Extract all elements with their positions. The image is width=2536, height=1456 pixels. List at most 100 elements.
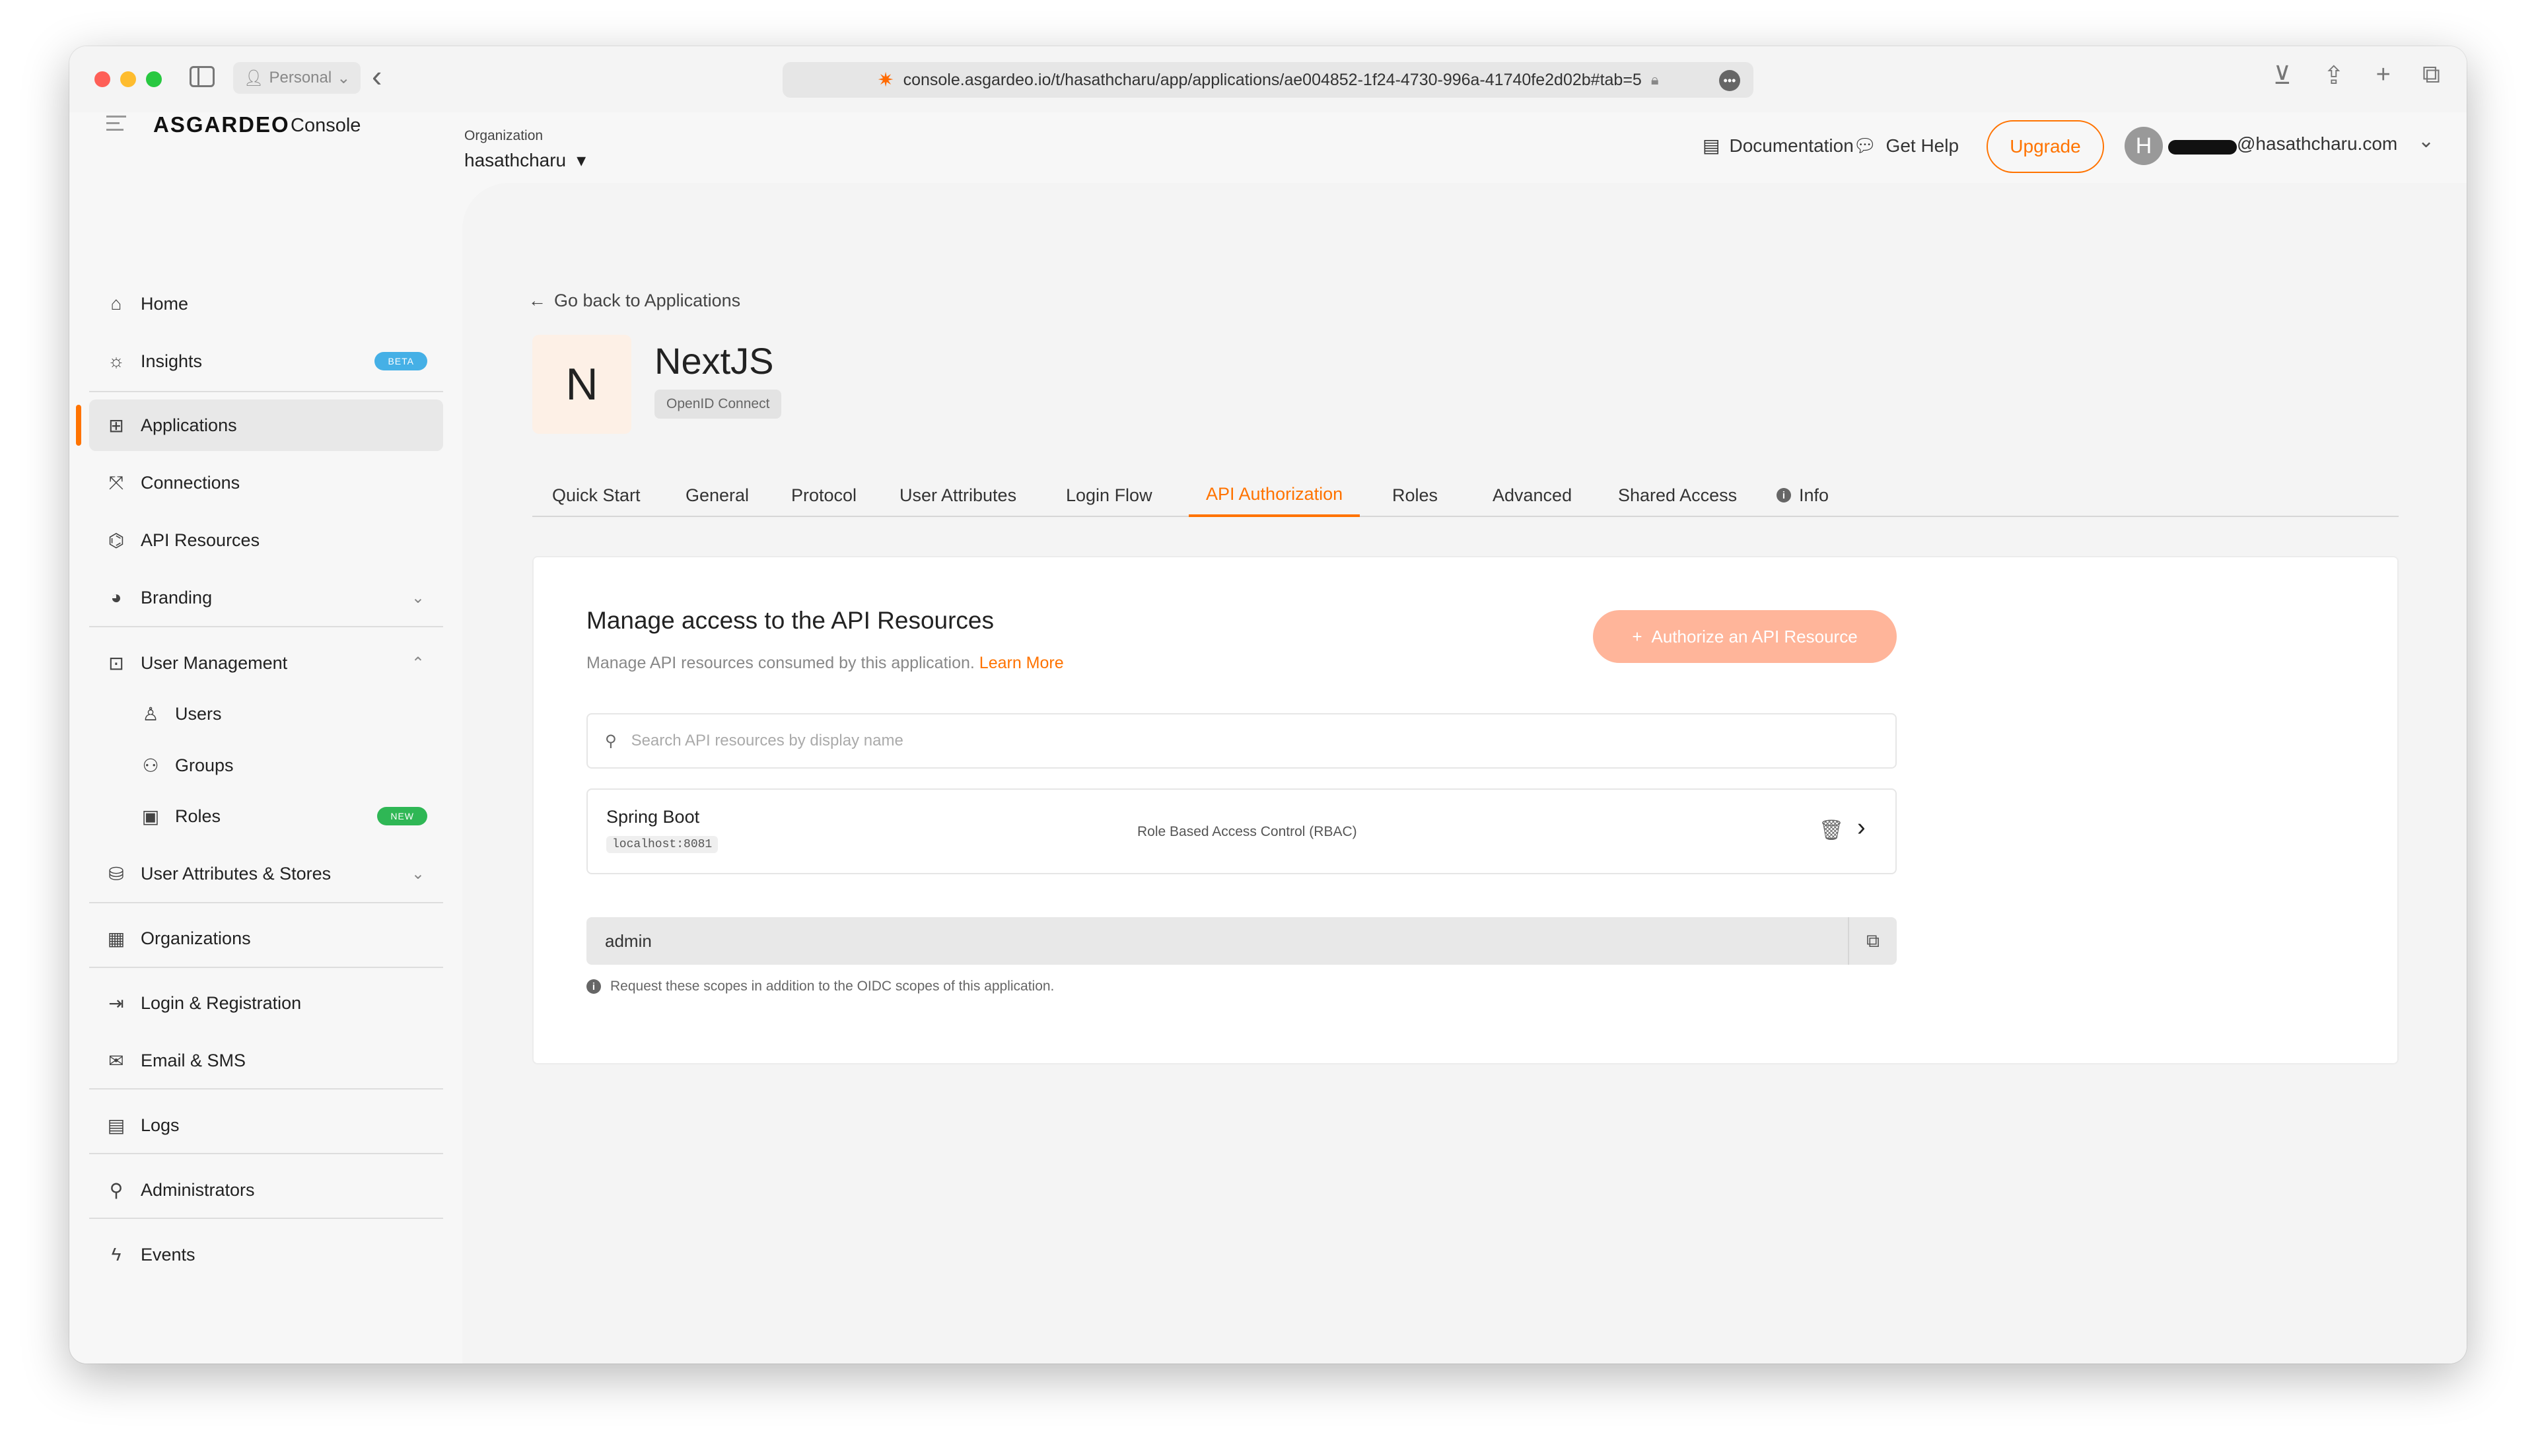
info-icon: i <box>586 979 601 994</box>
tab-info-label: Info <box>1799 485 1829 505</box>
search-input[interactable] <box>631 732 1820 750</box>
chevron-up-icon: ⌃ <box>411 654 425 672</box>
app-avatar: N <box>532 335 631 434</box>
address-bar[interactable]: ✷ console.asgardeo.io/t/hasathcharu/app/… <box>783 62 1753 98</box>
roles-icon: ▣ <box>141 806 160 827</box>
api-resource-identifier: localhost:8081 <box>606 836 719 853</box>
api-resource-search[interactable]: ⚲ <box>586 713 1897 769</box>
more-options-icon[interactable]: ••• <box>1719 70 1740 91</box>
tab-info[interactable]: i Info <box>1777 473 1829 517</box>
sidebar-item-label: User Attributes & Stores <box>141 863 332 884</box>
minimize-window-button[interactable] <box>120 71 136 87</box>
api-resource-name: Spring Boot <box>606 807 700 827</box>
building-icon: ▦ <box>107 928 125 949</box>
main-content: ← Go back to Applications N NextJS OpenI… <box>462 183 2467 1364</box>
organization-switcher[interactable]: hasathcharu ▾ <box>464 149 586 171</box>
tab-general[interactable]: General <box>686 473 749 517</box>
scopes-field[interactable]: admin ⧉ <box>586 917 1897 965</box>
organization-label: Organization <box>464 128 544 143</box>
page-title: NextJS <box>654 340 774 382</box>
api-resource-row[interactable]: Spring Boot localhost:8081 Role Based Ac… <box>586 788 1897 874</box>
url-text: console.asgardeo.io/t/hasathcharu/app/ap… <box>903 70 1642 89</box>
chevron-down-icon[interactable]: ⌄ <box>2418 129 2434 153</box>
person-icon: 👤︎ <box>244 69 264 87</box>
sidebar-item-roles[interactable]: ▣ Roles NEW <box>123 790 443 842</box>
sidebar-item-branding[interactable]: ◕ Branding ⌄ <box>89 572 443 623</box>
lock-icon: 🔒︎ <box>1650 71 1659 88</box>
tab-overview-icon[interactable]: ⧉ <box>2422 61 2440 90</box>
sidebar-item-logs[interactable]: ▤ Logs <box>89 1099 443 1151</box>
sidebar-item-user-attributes-stores[interactable]: ⛁ User Attributes & Stores ⌄ <box>89 848 443 899</box>
user-email[interactable]: @hasathcharu.com <box>2237 133 2397 155</box>
beta-badge: BETA <box>374 352 427 370</box>
chevron-down-icon: ⌄ <box>411 864 425 883</box>
sidebar-item-label: Groups <box>175 755 234 775</box>
tab-api-authorization[interactable]: API Authorization <box>1189 473 1360 517</box>
back-link-label: Go back to Applications <box>554 291 741 310</box>
back-to-applications-link[interactable]: ← Go back to Applications <box>528 291 740 311</box>
browser-actions: ⊻ ⇪ + ⧉ <box>2273 61 2440 90</box>
divider <box>89 1218 443 1219</box>
bulb-icon: ☼ <box>108 351 125 371</box>
upgrade-button[interactable]: Upgrade <box>1987 120 2104 173</box>
organization-name: hasathcharu <box>464 149 567 170</box>
sidebar-item-organizations[interactable]: ▦ Organizations <box>89 913 443 964</box>
sidebar-item-user-management[interactable]: ⊡ User Management ⌃ <box>89 637 443 689</box>
scope-value: admin <box>605 930 652 951</box>
home-icon: ⌂ <box>110 293 122 314</box>
sidebar-item-applications[interactable]: ⊞ Applications <box>89 399 443 451</box>
chevron-right-icon[interactable]: › <box>1857 814 1866 842</box>
tab-shared-access[interactable]: Shared Access <box>1618 473 1737 517</box>
sidebar-item-users[interactable]: ♙ Users <box>123 688 443 740</box>
sidebar-item-administrators[interactable]: ⚲ Administrators <box>89 1164 443 1216</box>
share-icon[interactable]: ⇪ <box>2323 61 2344 90</box>
authorize-api-resource-button[interactable]: + Authorize an API Resource <box>1593 610 1897 663</box>
sidebar-item-insights[interactable]: ☼ Insights BETA <box>89 335 443 387</box>
section-description-text: Manage API resources consumed by this ap… <box>586 654 975 672</box>
sidebar-toggle-icon[interactable] <box>190 66 215 87</box>
download-icon[interactable]: ⊻ <box>2273 61 2292 90</box>
groups-icon: ⚇ <box>142 755 159 776</box>
divider <box>89 967 443 968</box>
close-window-button[interactable] <box>94 71 110 87</box>
learn-more-link[interactable]: Learn More <box>979 654 1064 672</box>
browser-window: 👤︎ Personal ⌄ ‹ ✷ console.asgardeo.io/t/… <box>69 46 2467 1364</box>
admin-icon: ⚲ <box>109 1179 123 1200</box>
browser-back-icon[interactable]: ‹ <box>372 58 382 94</box>
tab-login-flow[interactable]: Login Flow <box>1066 473 1152 517</box>
sidebar-item-email-sms[interactable]: ✉ Email & SMS <box>89 1035 443 1086</box>
profile-switcher[interactable]: 👤︎ Personal ⌄ <box>233 62 361 94</box>
get-help-link[interactable]: 💬︎ Get Help <box>1853 135 1959 156</box>
divider <box>89 1088 443 1090</box>
maximize-window-button[interactable] <box>146 71 162 87</box>
sidebar-item-events[interactable]: ϟ Events <box>89 1229 443 1280</box>
tab-roles[interactable]: Roles <box>1392 473 1438 517</box>
tab-quick-start[interactable]: Quick Start <box>552 473 641 517</box>
info-icon: i <box>1777 488 1791 503</box>
console-label: Console <box>291 115 361 136</box>
tab-protocol[interactable]: Protocol <box>791 473 857 517</box>
documentation-link[interactable]: ▤ Documentation <box>1703 135 1854 156</box>
avatar[interactable]: H <box>2125 127 2163 165</box>
sidebar-item-label: Events <box>141 1244 195 1265</box>
new-tab-icon[interactable]: + <box>2376 61 2391 90</box>
sidebar-item-label: Users <box>175 703 222 724</box>
tab-advanced[interactable]: Advanced <box>1493 473 1572 517</box>
palette-icon: ◕ <box>110 587 122 607</box>
copy-icon[interactable]: ⧉ <box>1848 917 1897 965</box>
user-management-icon: ⊡ <box>108 652 124 674</box>
trash-icon[interactable]: 🗑︎ <box>1819 819 1844 842</box>
divider <box>89 626 443 627</box>
menu-icon[interactable] <box>106 116 126 135</box>
tab-user-attributes[interactable]: User Attributes <box>899 473 1016 517</box>
sidebar-item-groups[interactable]: ⚇ Groups <box>123 740 443 791</box>
attributes-icon: ⛁ <box>108 863 124 884</box>
sidebar-item-label: Branding <box>141 587 213 607</box>
user-icon: ♙ <box>142 703 159 724</box>
sidebar-item-api-resources[interactable]: ⌬ API Resources <box>89 514 443 566</box>
sidebar-item-label: Applications <box>141 415 237 435</box>
sidebar-item-home[interactable]: ⌂ Home <box>89 278 443 329</box>
sidebar-item-login-registration[interactable]: ⇥ Login & Registration <box>89 977 443 1029</box>
sidebar-item-label: Home <box>141 293 189 314</box>
sidebar-item-connections[interactable]: ⤧ Connections <box>89 457 443 508</box>
